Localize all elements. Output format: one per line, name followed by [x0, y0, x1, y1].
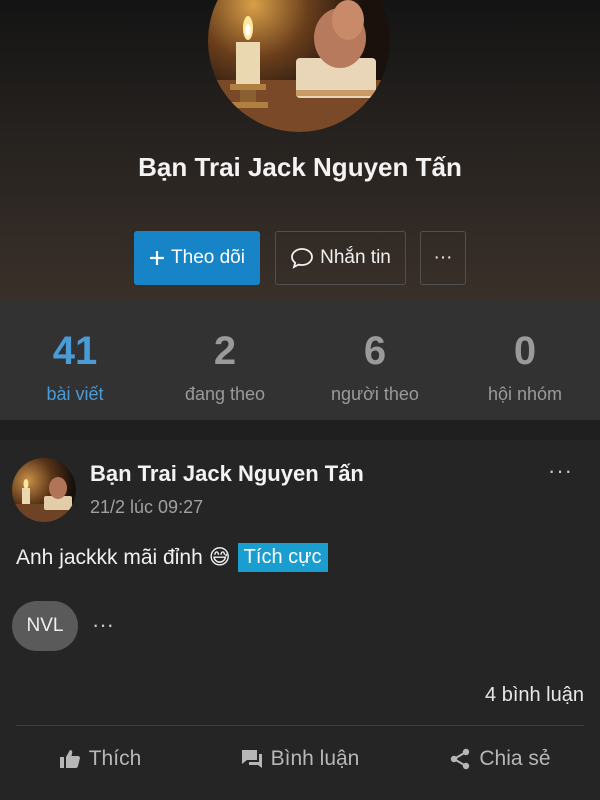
- stat-following[interactable]: 2 đang theo: [150, 302, 300, 420]
- thumbs-up-icon: [59, 749, 81, 769]
- message-button[interactable]: Nhắn tin: [275, 231, 406, 285]
- post-actions: Thích Bình luận Chia sẻ: [0, 739, 600, 779]
- like-label: Thích: [88, 747, 142, 770]
- profile-name: Bạn Trai Jack Nguyen Tấn: [138, 152, 462, 182]
- share-label: Chia sẻ: [479, 747, 551, 770]
- stat-posts[interactable]: 41 bài viết: [0, 302, 150, 420]
- sentiment-tag[interactable]: Tích cực: [237, 543, 328, 572]
- comment-label: Bình luận: [270, 747, 360, 770]
- share-button[interactable]: Chia sẻ: [400, 739, 600, 779]
- stat-value: 41: [52, 329, 98, 373]
- divider: [16, 725, 584, 726]
- profile-stats: 41 bài viết 2 đang theo 6 người theo 0 h…: [0, 302, 600, 420]
- post-menu-button[interactable]: ···: [548, 458, 573, 484]
- post-timestamp: 21/2 lúc 09:27: [90, 497, 204, 517]
- chat-bubble-icon: [290, 247, 314, 269]
- stat-label: bài viết: [46, 384, 104, 404]
- reactor-avatar[interactable]: NVL: [12, 601, 78, 651]
- follow-label: Theo dõi: [171, 247, 245, 268]
- more-reactors-button[interactable]: ···: [92, 612, 114, 638]
- plus-icon: [149, 250, 165, 266]
- sweat-smile-emoji: 😅: [208, 546, 231, 569]
- post-text: Anh jackkk mãi đỉnh: [16, 545, 203, 569]
- comment-icon: [241, 749, 263, 769]
- message-label: Nhắn tin: [320, 247, 391, 268]
- like-button[interactable]: Thích: [0, 739, 200, 779]
- stat-followers[interactable]: 6 người theo: [300, 302, 450, 420]
- post-content: Anh jackkk mãi đỉnh 😅 Tích cực: [16, 543, 328, 572]
- stat-label: hội nhóm: [487, 384, 563, 404]
- profile-avatar[interactable]: [208, 0, 390, 132]
- comment-button[interactable]: Bình luận: [200, 739, 400, 779]
- stat-label: đang theo: [184, 384, 266, 404]
- comment-count[interactable]: 4 bình luận: [485, 684, 584, 707]
- follow-button[interactable]: Theo dõi: [134, 231, 260, 285]
- stat-label: người theo: [331, 384, 419, 404]
- more-options-button[interactable]: ···: [420, 231, 466, 285]
- share-icon: [449, 748, 471, 770]
- post-card: Bạn Trai Jack Nguyen Tấn 21/2 lúc 09:27 …: [0, 440, 600, 800]
- post-author-avatar[interactable]: [12, 458, 76, 522]
- stat-value: 2: [213, 329, 237, 373]
- stat-value: 6: [363, 329, 387, 373]
- more-dots-icon: ···: [433, 247, 453, 268]
- profile-header: Bạn Trai Jack Nguyen Tấn Theo dõi Nhắn t…: [0, 0, 600, 302]
- post-author-name[interactable]: Bạn Trai Jack Nguyen Tấn: [90, 461, 364, 487]
- stat-value: 0: [513, 329, 537, 373]
- stat-groups[interactable]: 0 hội nhóm: [450, 302, 600, 420]
